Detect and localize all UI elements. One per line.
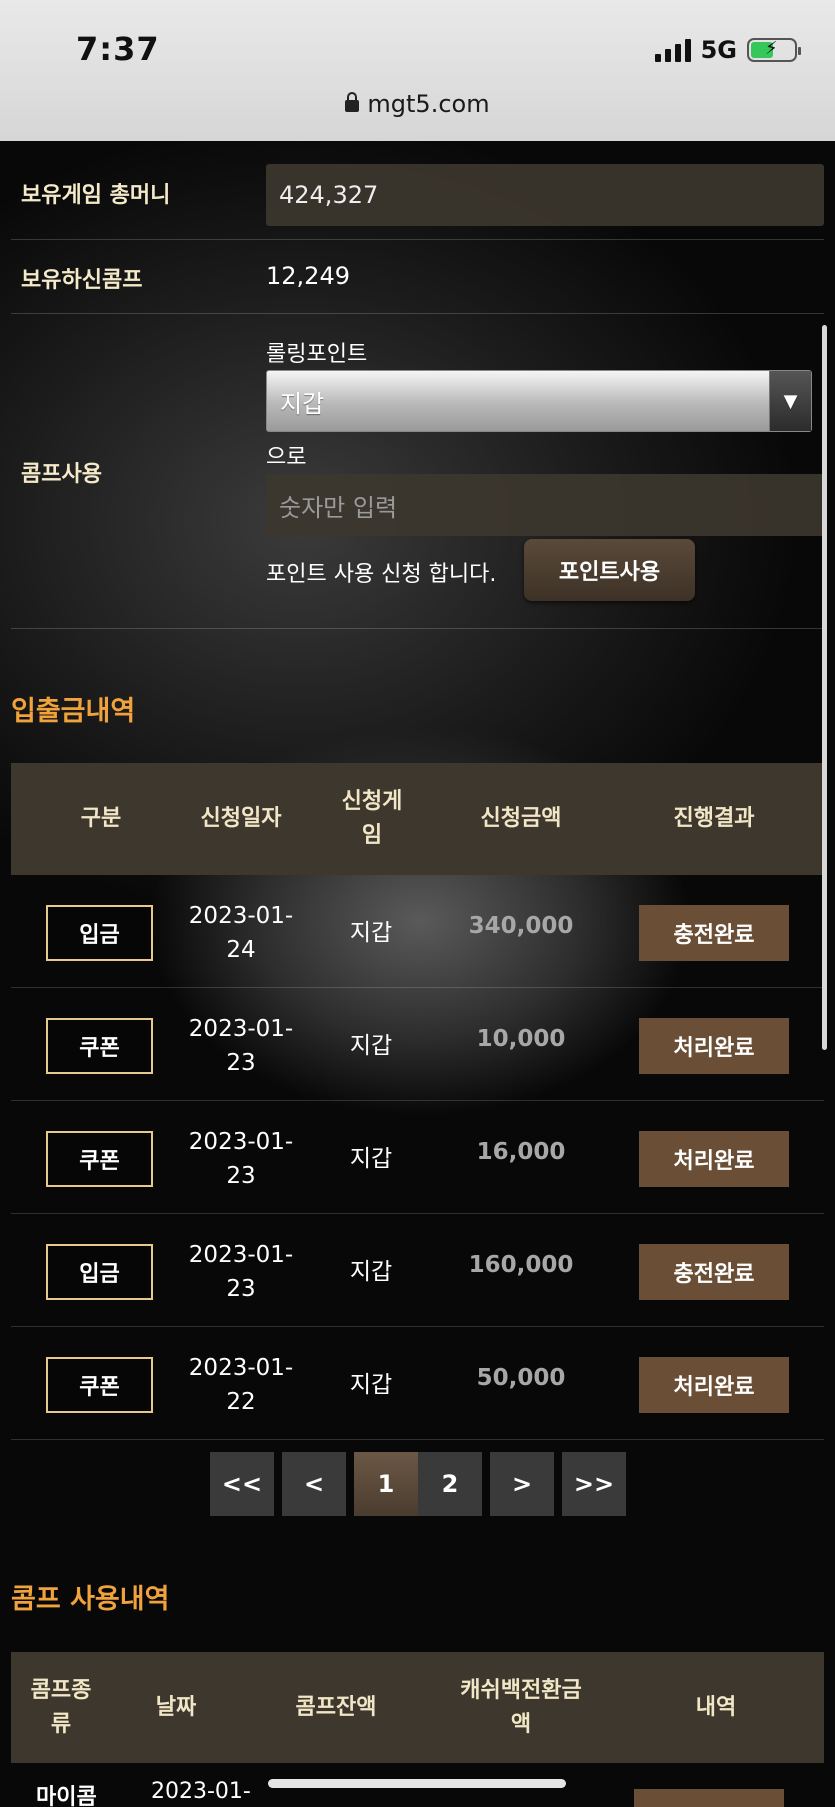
first-page-button[interactable]: << xyxy=(210,1452,274,1516)
row-type: 쿠폰 xyxy=(46,1018,153,1074)
prev-page-button[interactable]: < xyxy=(282,1452,346,1516)
comp-use-row: 콤프사용 롤링포인트 지갑 ▼ 으로 숫자만 입력 포인트 사용 신청 합니다.… xyxy=(11,314,824,629)
network-type: 5G xyxy=(700,36,737,64)
cellular-signal-icon xyxy=(654,38,691,62)
comp-history-title: 콤프 사용내역 xyxy=(11,1584,170,1615)
row-result: 처리완료 xyxy=(639,1357,789,1413)
comp-row-type: 마이콤 xyxy=(36,1785,97,1807)
browser-chrome: 7:37 5G ⚡ mgt5.com xyxy=(0,0,835,141)
comp-balance-value: 12,249 xyxy=(266,262,350,290)
comp-header-detail: 내역 xyxy=(695,1694,737,1720)
header-result: 진행결과 xyxy=(673,806,755,831)
row-amount: 160,000 xyxy=(468,1252,574,1278)
status-time: 7:37 xyxy=(76,30,160,68)
wallet-select-value: 지갑 xyxy=(280,389,325,418)
header-type: 구분 xyxy=(80,806,122,831)
comp-header-type: 콤프종류 xyxy=(30,1677,92,1737)
page-number-group: 1 2 xyxy=(354,1452,482,1516)
last-page-button[interactable]: >> xyxy=(562,1452,626,1516)
row-game: 지갑 xyxy=(349,1372,393,1398)
row-amount: 50,000 xyxy=(476,1365,566,1391)
row-date: 2023-01-24 xyxy=(188,903,294,963)
row-type: 입금 xyxy=(46,905,153,961)
url-bar[interactable]: mgt5.com xyxy=(0,90,835,118)
history-table-header: 구분 신청일자 신청게임 신청금액 진행결과 xyxy=(11,763,824,875)
table-row: 쿠폰 2023-01-22 지갑 50,000 처리완료 xyxy=(11,1327,824,1440)
header-amount: 신청금액 xyxy=(480,806,562,831)
comp-table-header: 콤프종류 날짜 콤프잔액 캐쉬백전환금액 내역 xyxy=(11,1652,824,1763)
row-date: 2023-01-23 xyxy=(188,1242,294,1302)
wallet-select[interactable]: 지갑 ▼ xyxy=(266,370,812,432)
next-page-button[interactable]: > xyxy=(490,1452,554,1516)
row-amount: 340,000 xyxy=(468,913,574,939)
table-row: 쿠폰 2023-01-23 지갑 16,000 처리완료 xyxy=(11,1101,824,1214)
pagination: << < 1 2 > >> xyxy=(210,1452,626,1516)
to-text: 으로 xyxy=(266,445,307,470)
comp-header-date: 날짜 xyxy=(155,1694,197,1720)
rolling-point-label: 롤링포인트 xyxy=(266,342,368,367)
row-type: 쿠폰 xyxy=(46,1357,153,1413)
total-money-row: 보유게임 총머니 424,327 xyxy=(11,141,824,240)
table-row: 입금 2023-01-23 지갑 160,000 충전완료 xyxy=(11,1214,824,1327)
url-text: mgt5.com xyxy=(367,90,490,118)
row-date: 2023-01-22 xyxy=(188,1355,294,1415)
request-text: 포인트 사용 신청 합니다. xyxy=(266,562,497,587)
lock-icon xyxy=(345,92,360,112)
row-amount: 10,000 xyxy=(476,1026,566,1052)
comp-balance-row: 보유하신콤프 12,249 xyxy=(11,240,824,314)
comp-row-detail-button[interactable] xyxy=(634,1789,784,1807)
row-type: 쿠폰 xyxy=(46,1131,153,1187)
row-date: 2023-01-23 xyxy=(188,1129,294,1189)
page-2-button[interactable]: 2 xyxy=(418,1452,482,1516)
status-icons: 5G ⚡ xyxy=(654,36,801,64)
header-date: 신청일자 xyxy=(200,806,282,831)
total-money-label: 보유게임 총머니 xyxy=(21,183,171,208)
dropdown-arrow-icon: ▼ xyxy=(769,371,811,431)
page-content: 보유게임 총머니 424,327 보유하신콤프 12,249 콤프사용 롤링포인… xyxy=(0,141,835,1807)
row-result: 충전완료 xyxy=(639,1244,789,1300)
table-row: 입금 2023-01-24 지갑 340,000 충전완료 xyxy=(11,875,824,988)
row-game: 지갑 xyxy=(349,1033,393,1059)
point-amount-input[interactable]: 숫자만 입력 xyxy=(266,474,824,536)
battery-icon: ⚡ xyxy=(747,38,801,62)
header-game: 신청게임 xyxy=(341,789,403,848)
page-1-button[interactable]: 1 xyxy=(354,1452,418,1516)
row-game: 지갑 xyxy=(349,920,393,946)
row-result: 처리완료 xyxy=(639,1131,789,1187)
comp-header-balance: 콤프잔액 xyxy=(295,1694,377,1720)
row-game: 지갑 xyxy=(349,1259,393,1285)
scrollbar[interactable] xyxy=(822,325,827,1050)
row-amount: 16,000 xyxy=(476,1139,566,1165)
comp-balance-label: 보유하신콤프 xyxy=(21,268,143,293)
row-result: 충전완료 xyxy=(639,905,789,961)
row-type: 입금 xyxy=(46,1244,153,1300)
row-date: 2023-01-23 xyxy=(188,1016,294,1076)
home-indicator xyxy=(268,1779,566,1788)
comp-row-date: 2023-01- xyxy=(151,1779,251,1804)
table-row: 쿠폰 2023-01-23 지갑 10,000 처리완료 xyxy=(11,988,824,1101)
comp-header-cashback: 캐쉬백전환금액 xyxy=(460,1677,582,1737)
history-title: 입출금내역 xyxy=(11,696,136,727)
total-money-value: 424,327 xyxy=(266,164,824,226)
row-game: 지갑 xyxy=(349,1146,393,1172)
row-result: 처리완료 xyxy=(639,1018,789,1074)
comp-use-label: 콤프사용 xyxy=(21,462,102,487)
use-points-button[interactable]: 포인트사용 xyxy=(524,539,695,601)
